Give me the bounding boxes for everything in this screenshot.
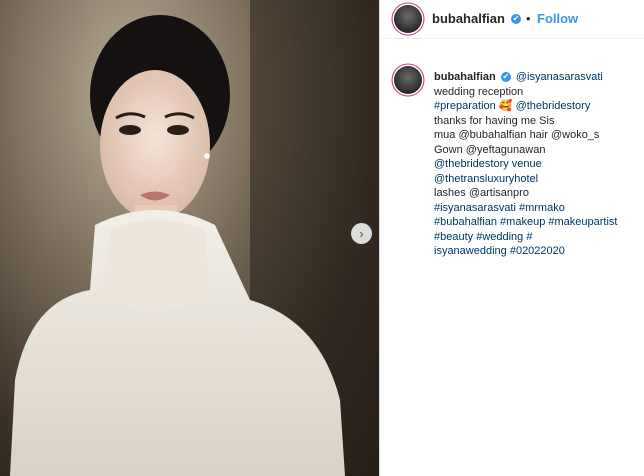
- caption-line[interactable]: @thebridestory venue: [434, 157, 640, 172]
- caption-line: lashes @artisanpro: [434, 187, 529, 199]
- caption-line: thanks for having me Sis: [434, 114, 555, 127]
- caption-avatar[interactable]: [394, 66, 422, 94]
- follow-button[interactable]: Follow: [537, 11, 578, 26]
- chevron-right-icon: ›: [359, 226, 364, 241]
- post-photo[interactable]: [0, 0, 379, 476]
- caption-line[interactable]: #beauty #wedding #: [434, 230, 640, 245]
- caption-line[interactable]: #preparation 🥰 @thebridestory: [434, 99, 640, 114]
- verified-badge-icon: ✔: [511, 14, 521, 24]
- caption-line[interactable]: isyanawedding #02022020: [434, 244, 640, 259]
- instagram-post: › bubahalfian ✔ • Follow bubahalfian ✔ @…: [0, 0, 644, 476]
- portrait-illustration: [10, 0, 379, 476]
- separator-dot: •: [526, 11, 531, 26]
- header-username[interactable]: bubahalfian: [432, 11, 505, 26]
- caption-line: mua @bubahalfian hair @woko_s: [434, 129, 600, 141]
- caption-line: wedding reception: [434, 85, 524, 98]
- next-photo-button[interactable]: ›: [351, 223, 372, 244]
- post-caption: bubahalfian ✔ @isyanasarasvati wedding r…: [434, 70, 640, 259]
- caption-username[interactable]: bubahalfian: [434, 71, 496, 83]
- post-header: bubahalfian ✔ • Follow: [380, 0, 644, 39]
- caption-line[interactable]: #isyanasarasvati #mrmako: [434, 201, 640, 216]
- post-side-panel: bubahalfian ✔ • Follow bubahalfian ✔ @is…: [380, 0, 644, 476]
- caption-line[interactable]: @thetransluxuryhotel: [434, 172, 640, 187]
- caption-verified-icon: ✔: [500, 72, 511, 83]
- caption-line[interactable]: @isyanasarasvati: [516, 71, 603, 83]
- avatar[interactable]: [394, 5, 422, 33]
- caption-line: Gown @yeftagunawan: [434, 143, 546, 156]
- caption-line[interactable]: #bubahalfian #makeup #makeupartist: [434, 215, 640, 230]
